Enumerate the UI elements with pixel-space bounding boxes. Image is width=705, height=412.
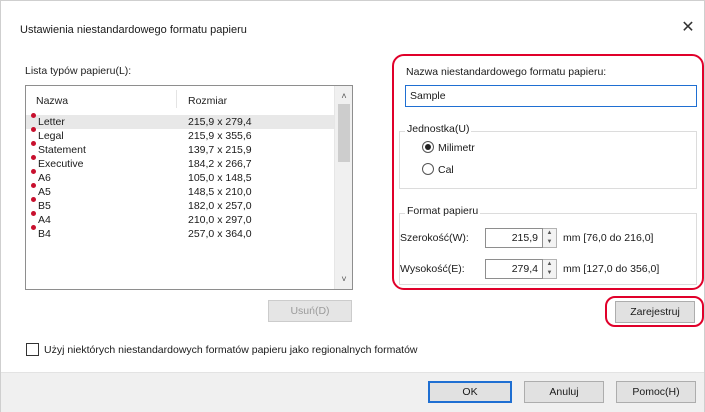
- radio-selected-dot: [425, 144, 431, 150]
- paper-format-group-title: Format papieru: [405, 205, 481, 217]
- list-scrollbar[interactable]: ˄ ˅: [334, 86, 352, 289]
- radio-millimeter[interactable]: [422, 141, 434, 153]
- column-divider: [176, 90, 177, 108]
- row-name: Statement: [38, 144, 86, 156]
- custom-name-label: Nazwa niestandardowego formatu papieru:: [406, 66, 607, 78]
- scroll-down-icon[interactable]: ˅: [335, 271, 352, 287]
- cancel-button[interactable]: Anuluj: [524, 381, 604, 403]
- custom-name-input[interactable]: Sample: [405, 85, 697, 107]
- row-size: 105,0 x 148,5: [188, 172, 252, 184]
- row-size: 215,9 x 355,6: [188, 130, 252, 142]
- row-size: 139,7 x 215,9: [188, 144, 252, 156]
- spin-up-icon[interactable]: ▲: [543, 229, 556, 238]
- row-size: 184,2 x 266,7: [188, 158, 252, 170]
- row-size: 210,0 x 297,0: [188, 214, 252, 226]
- row-name: A4: [38, 214, 51, 226]
- height-range: mm [127,0 do 356,0]: [563, 263, 660, 275]
- width-spinner[interactable]: ▲ ▼: [543, 228, 557, 248]
- paper-type-marker-icon: [31, 113, 36, 118]
- paper-type-marker-icon: [31, 183, 36, 188]
- help-button[interactable]: Pomoc(H): [616, 381, 696, 403]
- paper-type-marker-icon: [31, 155, 36, 160]
- column-header-name[interactable]: Nazwa: [36, 95, 68, 107]
- paper-type-list[interactable]: Nazwa Rozmiar Letter 215,9 x 279,4 Legal 2…: [25, 85, 353, 290]
- list-row[interactable]: A6 105,0 x 148,5: [26, 169, 334, 185]
- row-size: 257,0 x 364,0: [188, 228, 252, 240]
- spin-down-icon[interactable]: ▼: [543, 269, 556, 278]
- scroll-up-icon[interactable]: ˄: [335, 88, 352, 104]
- row-name: B5: [38, 200, 51, 212]
- regional-format-checkbox[interactable]: [26, 343, 39, 356]
- column-header-size[interactable]: Rozmiar: [188, 95, 227, 107]
- delete-button[interactable]: Usuń(D): [268, 300, 352, 322]
- spin-up-icon[interactable]: ▲: [543, 260, 556, 269]
- row-size: 182,0 x 257,0: [188, 200, 252, 212]
- regional-format-checkbox-label[interactable]: Użyj niektórych niestandardowych formató…: [44, 344, 418, 356]
- paper-type-marker-icon: [31, 197, 36, 202]
- row-name: Letter: [38, 116, 65, 128]
- height-label: Wysokość(E):: [400, 263, 465, 275]
- radio-millimeter-label[interactable]: Milimetr: [438, 142, 475, 154]
- dialog-title: Ustawienia niestandardowego formatu papi…: [20, 24, 247, 36]
- row-name: Legal: [38, 130, 64, 142]
- row-size: 148,5 x 210,0: [188, 186, 252, 198]
- height-spinner[interactable]: ▲ ▼: [543, 259, 557, 279]
- list-header: Nazwa Rozmiar: [26, 86, 334, 112]
- list-row[interactable]: A4 210,0 x 297,0: [26, 211, 334, 227]
- custom-paper-size-dialog: Ustawienia niestandardowego formatu papi…: [0, 0, 705, 412]
- paper-type-marker-icon: [31, 127, 36, 132]
- register-button[interactable]: Zarejestruj: [615, 301, 695, 323]
- paper-type-marker-icon: [31, 225, 36, 230]
- height-input[interactable]: 279,4: [485, 259, 543, 279]
- radio-inch[interactable]: [422, 163, 434, 175]
- list-rows: Letter 215,9 x 279,4 Legal 215,9 x 355,6 S…: [26, 113, 334, 241]
- unit-group-title: Jednostka(U): [405, 123, 472, 135]
- width-range: mm [76,0 do 216,0]: [563, 232, 654, 244]
- list-row[interactable]: B4 257,0 x 364,0: [26, 225, 334, 241]
- list-row[interactable]: Statement 139,7 x 215,9: [26, 141, 334, 157]
- paper-list-label: Lista typów papieru(L):: [25, 65, 132, 77]
- width-label: Szerokość(W):: [400, 232, 469, 244]
- list-row[interactable]: A5 148,5 x 210,0: [26, 183, 334, 199]
- row-name: Executive: [38, 158, 84, 170]
- row-name: A5: [38, 186, 51, 198]
- list-row[interactable]: Letter 215,9 x 279,4: [26, 113, 334, 129]
- ok-button[interactable]: OK: [428, 381, 512, 403]
- unit-group: [399, 131, 697, 189]
- scroll-thumb[interactable]: [338, 104, 350, 162]
- close-icon[interactable]: ✕: [679, 19, 697, 37]
- spin-down-icon[interactable]: ▼: [543, 238, 556, 247]
- radio-inch-label[interactable]: Cal: [438, 164, 454, 176]
- width-input[interactable]: 215,9: [485, 228, 543, 248]
- paper-type-marker-icon: [31, 141, 36, 146]
- row-name: A6: [38, 172, 51, 184]
- paper-type-marker-icon: [31, 169, 36, 174]
- title-bar: Ustawienia niestandardowego formatu papi…: [1, 1, 704, 43]
- list-row[interactable]: Legal 215,9 x 355,6: [26, 127, 334, 143]
- list-row[interactable]: B5 182,0 x 257,0: [26, 197, 334, 213]
- row-size: 215,9 x 279,4: [188, 116, 252, 128]
- list-row[interactable]: Executive 184,2 x 266,7: [26, 155, 334, 171]
- row-name: B4: [38, 228, 51, 240]
- paper-type-marker-icon: [31, 211, 36, 216]
